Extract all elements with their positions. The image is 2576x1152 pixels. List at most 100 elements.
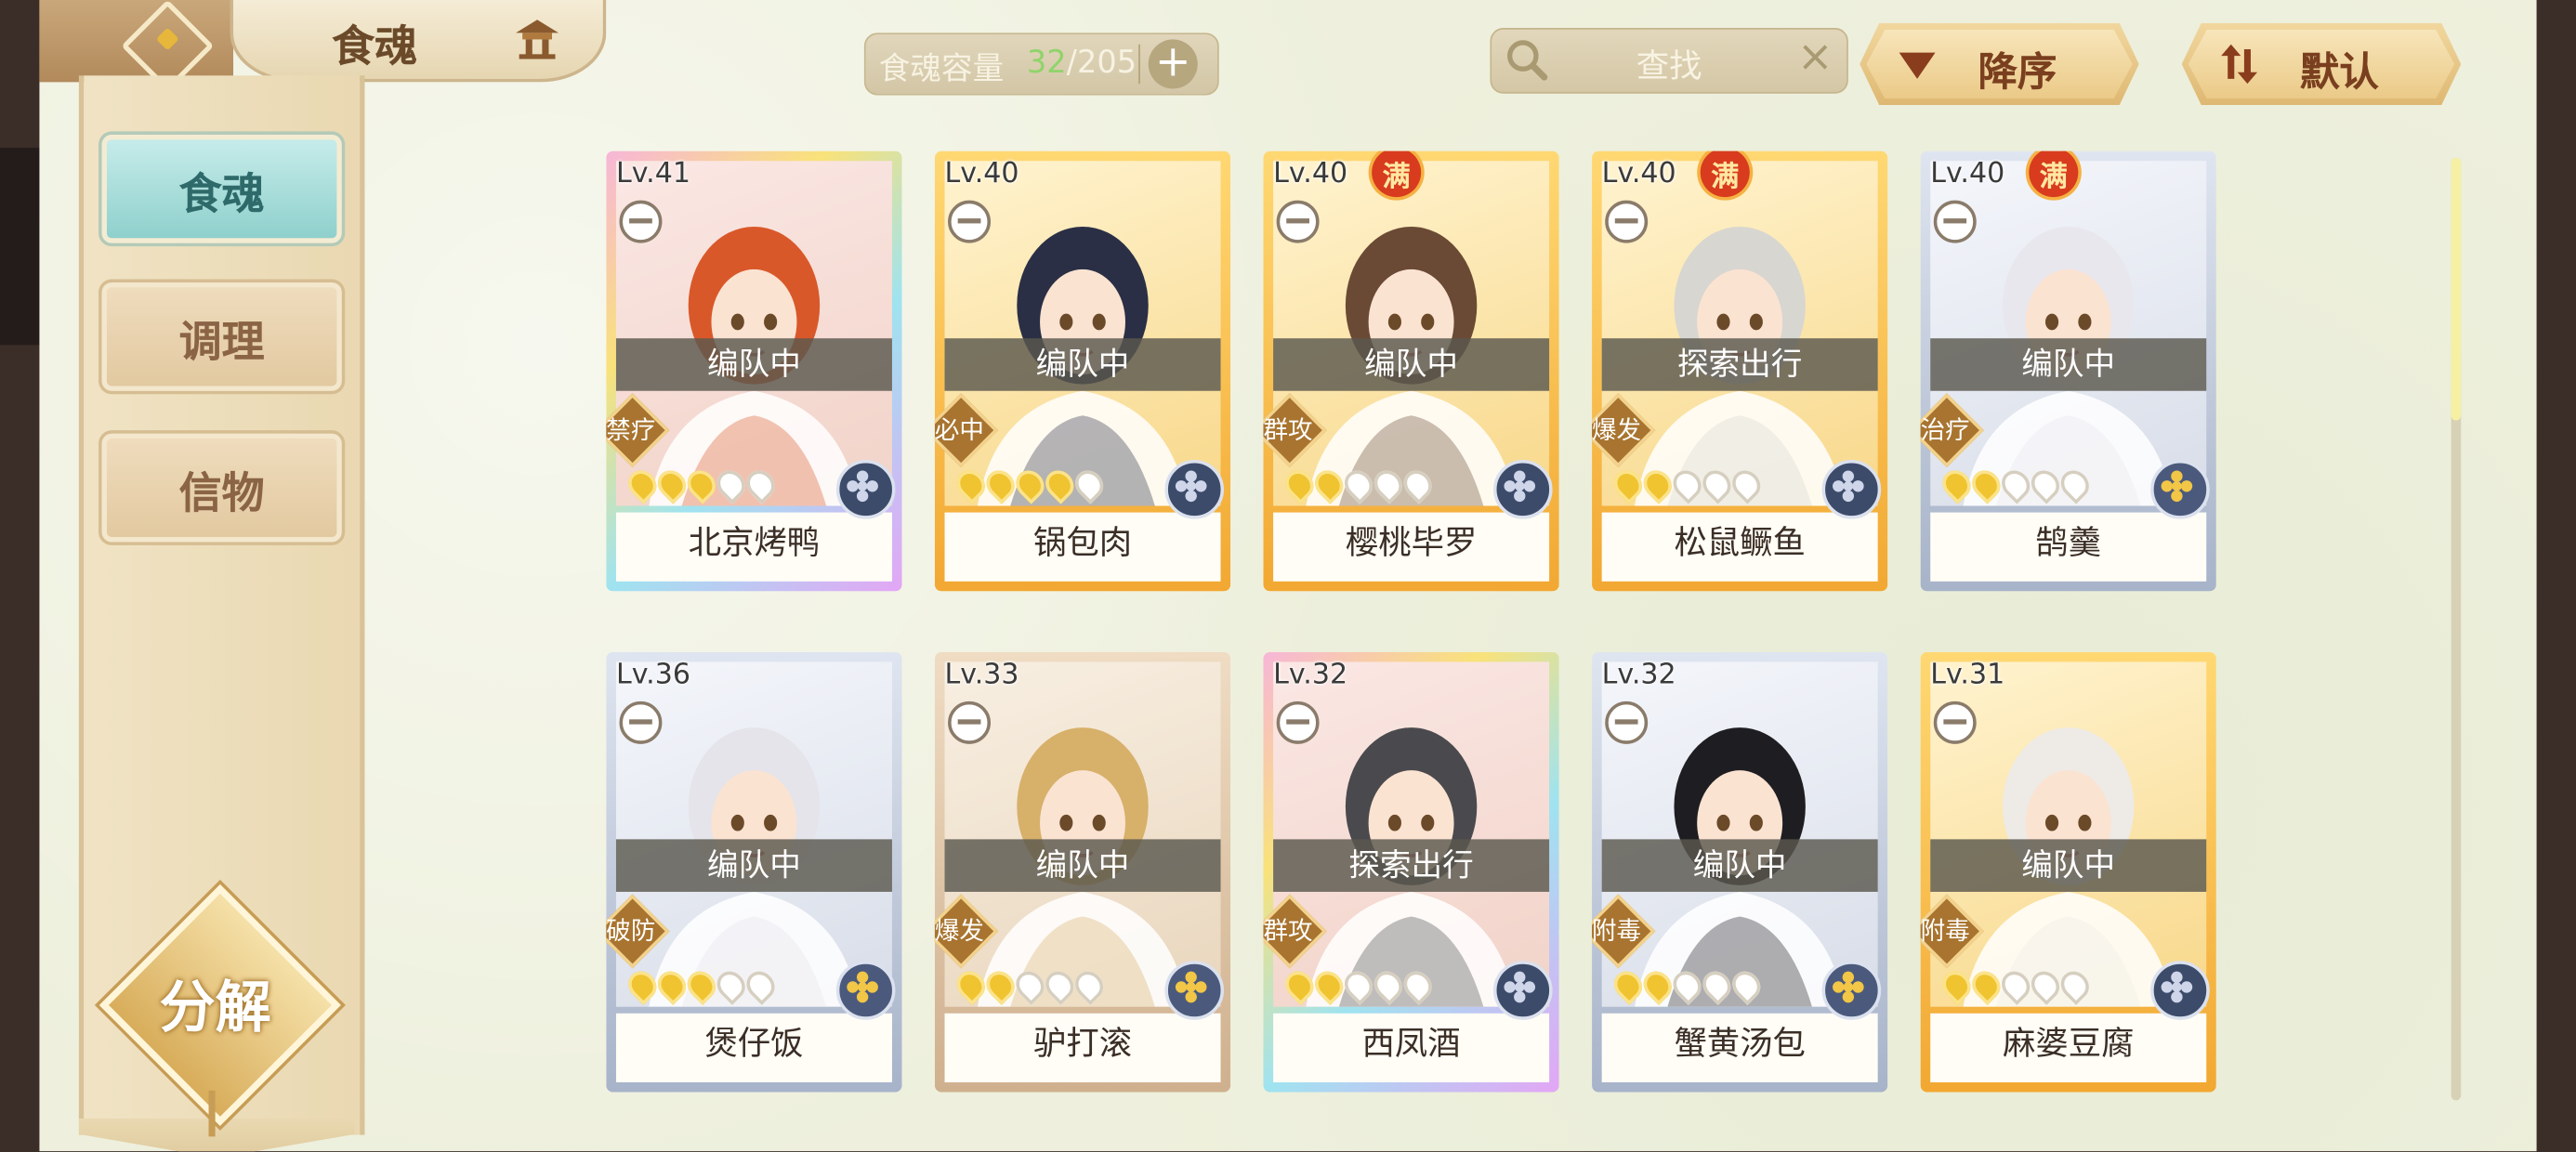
star-rating [951, 965, 1110, 1005]
star-empty-icon [1040, 965, 1080, 1005]
lock-icon[interactable] [1933, 200, 1977, 243]
star-filled-icon [681, 465, 722, 504]
max-badge-label: 满 [2039, 161, 2068, 194]
role-label: 群攻 [1263, 415, 1313, 446]
star-filled-icon [1966, 465, 2006, 504]
title-plate: 食魂 [230, 0, 607, 83]
capacity-used: 32 [1026, 44, 1067, 81]
star-empty-icon [2055, 965, 2096, 1005]
card-status: 探索出行 [1273, 839, 1550, 892]
home-pavilion-icon[interactable] [513, 17, 562, 59]
lock-icon[interactable] [948, 700, 992, 744]
card-status: 探索出行 [1601, 338, 1878, 391]
card-name: 北京烤鸭 [688, 522, 821, 562]
element-blue-icon [1821, 459, 1882, 519]
star-filled-icon [651, 465, 692, 504]
lock-icon[interactable] [1276, 700, 1320, 744]
card-name: 锅包肉 [1032, 522, 1133, 562]
star-empty-icon [1667, 465, 1707, 504]
lock-icon[interactable] [1276, 200, 1320, 243]
star-filled-icon [1937, 465, 1977, 504]
element-gold-icon [1821, 961, 1882, 1020]
decompose-label[interactable]: 分解 [141, 962, 289, 1043]
food-soul-card[interactable]: Lv.40 满编队中 治疗 鹄羹 [1920, 151, 2216, 592]
star-rating [622, 965, 781, 1005]
nav-tab-food-souls[interactable]: 食魂 [101, 134, 342, 243]
food-soul-card[interactable]: Lv.36 编队中 破防 煲仔饭 [606, 651, 902, 1093]
capacity-label: 食魂容量 [878, 50, 1005, 87]
role-label: 附毒 [1920, 916, 1970, 947]
element-blue-icon [835, 459, 896, 519]
star-empty-icon [711, 465, 751, 504]
lock-icon[interactable] [1605, 200, 1649, 243]
food-soul-card[interactable]: Lv.40 编队中 必中 锅包肉 [934, 151, 1231, 592]
food-soul-card[interactable]: Lv.41 编队中 禁疗北京烤鸭 [606, 151, 902, 592]
clear-search-icon[interactable]: × [1797, 33, 1833, 82]
lock-icon[interactable] [948, 200, 992, 243]
role-label: 必中 [934, 415, 984, 446]
lock-icon[interactable] [1605, 700, 1649, 744]
scrollbar-thumb[interactable] [2451, 157, 2462, 421]
star-filled-icon [622, 465, 663, 504]
card-level: Lv.40 [1601, 157, 1676, 191]
role-label: 破防 [606, 916, 656, 947]
role-badge: 群攻 [1263, 894, 1327, 969]
role-label: 爆发 [1592, 415, 1642, 446]
capacity-total: 205 [1076, 44, 1137, 81]
star-empty-icon [2055, 465, 2096, 504]
card-name: 煲仔饭 [704, 1023, 804, 1063]
lock-icon[interactable] [619, 700, 663, 744]
star-rating [1608, 465, 1767, 504]
star-empty-icon [1726, 965, 1767, 1005]
back-button[interactable] [39, 0, 234, 93]
star-empty-icon [711, 965, 751, 1005]
page-title: 食魂 [332, 22, 418, 72]
star-empty-icon [1697, 965, 1737, 1005]
sort-order-label: 降序 [1978, 47, 2057, 96]
sort-mode-button[interactable]: 默认 [2181, 22, 2462, 106]
element-blue-icon [1492, 459, 1553, 519]
card-level: Lv.40 [1273, 157, 1348, 191]
sort-order-button[interactable]: 降序 [1860, 22, 2139, 106]
sort-mode-label: 默认 [2299, 47, 2379, 96]
max-badge-label: 满 [1382, 161, 1411, 194]
star-rating [1280, 465, 1438, 504]
food-soul-card[interactable]: Lv.33 编队中 爆发 驴打滚 [934, 651, 1231, 1093]
nav-tab-relics[interactable]: 信物 [101, 433, 342, 543]
star-empty-icon [1338, 965, 1379, 1005]
lock-icon[interactable] [1933, 700, 1977, 744]
grid-scrollbar[interactable] [2451, 157, 2462, 1101]
max-level-badge: 满 [1700, 151, 1750, 198]
lock-icon[interactable] [619, 200, 663, 243]
role-badge: 禁疗 [606, 393, 670, 468]
food-soul-card[interactable]: Lv.32 编队中 附毒 蟹黄汤包 [1592, 651, 1888, 1093]
card-name: 蟹黄汤包 [1674, 1023, 1806, 1063]
search-input[interactable]: 查找 × [1490, 28, 1848, 94]
food-soul-card[interactable]: Lv.40 满编队中 群攻 樱桃毕罗 [1263, 151, 1559, 592]
star-filled-icon [1637, 965, 1678, 1005]
card-name: 西凤酒 [1361, 1023, 1461, 1063]
card-level: Lv.40 [944, 157, 1019, 191]
capacity-count: 32/205 [1027, 45, 1137, 81]
card-level: Lv.40 [1930, 157, 2005, 191]
search-placeholder: 查找 [1636, 46, 1702, 85]
star-filled-icon [651, 965, 692, 1005]
star-rating [1937, 465, 2096, 504]
food-soul-card[interactable]: Lv.40 满探索出行 爆发 松鼠鳜鱼 [1592, 151, 1888, 592]
nav-tab-cooking[interactable]: 调理 [101, 282, 342, 391]
card-status: 编队中 [615, 338, 892, 391]
element-blue-icon [1492, 961, 1553, 1020]
expand-capacity-button[interactable]: + [1148, 39, 1198, 89]
food-soul-card[interactable]: Lv.31 编队中 附毒 麻婆豆腐 [1920, 651, 2216, 1093]
element-gold-icon [1164, 961, 1225, 1020]
star-empty-icon [1995, 965, 2036, 1005]
element-gold-icon [2150, 459, 2210, 519]
star-empty-icon [1010, 965, 1050, 1005]
food-soul-card[interactable]: Lv.32 探索出行 群攻 西凤酒 [1263, 651, 1559, 1093]
role-label: 附毒 [1592, 916, 1642, 947]
card-status: 编队中 [1930, 839, 2207, 892]
role-badge: 必中 [934, 393, 999, 468]
element-blue-icon [1164, 459, 1225, 519]
star-rating [1608, 965, 1767, 1005]
card-level: Lv.41 [615, 157, 690, 191]
